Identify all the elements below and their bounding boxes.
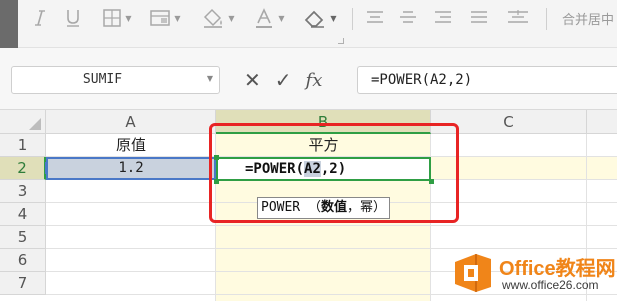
row-header-5[interactable]: 5 <box>0 226 46 249</box>
merge-center-button[interactable]: 合并居中 <box>562 9 614 28</box>
toolbar-divider <box>352 8 353 30</box>
underline-button[interactable] <box>64 5 82 31</box>
formula-actions: ✕ ✓ fx <box>244 66 322 94</box>
formula-bar: SUMIF ▼ ✕ ✓ fx =POWER(A2,2) <box>0 48 617 110</box>
distribute-button[interactable] <box>505 5 531 31</box>
row-header-1[interactable]: 1 <box>0 134 46 157</box>
gridline <box>46 225 617 226</box>
underline-icon <box>67 10 79 27</box>
chevron-down-icon: ▼ <box>174 13 181 23</box>
font-color-icon <box>256 8 273 28</box>
name-box-value: SUMIF <box>82 72 123 87</box>
align-top-icon <box>367 11 383 23</box>
chevron-down-icon: ▼ <box>125 13 132 23</box>
distribute-icon <box>508 10 528 23</box>
toolbar-divider <box>546 8 547 30</box>
font-color-button[interactable]: ▼ <box>249 5 289 31</box>
insert-function-button[interactable]: fx <box>306 70 323 91</box>
cell-style-button[interactable]: ▼ <box>146 5 184 31</box>
align-bottom-button[interactable] <box>432 5 454 31</box>
chevron-down-icon: ▼ <box>278 13 285 23</box>
cell-a2-referenced[interactable]: 1.2 <box>46 157 216 180</box>
row-header-3[interactable]: 3 <box>0 180 46 203</box>
column-header-d[interactable] <box>587 110 617 134</box>
cell-style-icon <box>150 10 171 26</box>
paint-bucket-icon <box>204 8 223 28</box>
italic-button[interactable] <box>32 5 48 31</box>
reference-handle[interactable] <box>45 162 48 174</box>
formula-text: =POWER(A2,2) <box>371 72 473 88</box>
italic-icon <box>35 10 45 26</box>
row-header-4[interactable]: 4 <box>0 203 46 226</box>
select-all-icon <box>29 118 41 130</box>
ribbon-toolbar: ▼ ▼ ▼ ▼ ▼ 合并居中 <box>0 0 617 48</box>
align-middle-button[interactable] <box>397 5 419 31</box>
justify-icon <box>471 11 487 23</box>
select-all-button[interactable] <box>0 110 46 134</box>
chevron-down-icon: ▼ <box>330 13 337 23</box>
align-top-button[interactable] <box>364 5 386 31</box>
annotation-highlight-box <box>209 123 459 223</box>
cell-a1[interactable]: 原值 <box>46 134 216 157</box>
align-bottom-icon <box>435 11 451 23</box>
formula-input[interactable]: =POWER(A2,2) <box>357 66 617 94</box>
row-header-2[interactable]: 2 <box>0 157 46 180</box>
watermark: Office教程网 www.office26.com <box>450 244 617 301</box>
borders-icon <box>103 9 122 27</box>
row-header-6[interactable]: 6 <box>0 249 46 272</box>
chevron-down-icon[interactable]: ▼ <box>207 74 213 83</box>
clear-format-button[interactable]: ▼ <box>300 5 340 31</box>
column-header-a[interactable]: A <box>46 110 216 134</box>
watermark-url: www.office26.com <box>502 278 599 292</box>
fill-color-button[interactable]: ▼ <box>198 5 238 31</box>
confirm-icon[interactable]: ✓ <box>275 70 292 90</box>
office-logo-icon <box>455 254 491 292</box>
eraser-icon <box>305 10 325 28</box>
justify-button[interactable] <box>468 5 490 31</box>
group-expand-icon[interactable] <box>338 38 344 44</box>
row-header-7[interactable]: 7 <box>0 272 46 295</box>
name-box[interactable]: SUMIF ▼ <box>11 66 220 94</box>
align-middle-icon <box>400 11 416 23</box>
chevron-down-icon: ▼ <box>228 13 235 23</box>
watermark-title: Office教程网 <box>499 258 616 280</box>
borders-button[interactable]: ▼ <box>100 5 134 31</box>
cancel-icon[interactable]: ✕ <box>244 70 261 90</box>
ribbon-left-edge <box>0 0 18 48</box>
